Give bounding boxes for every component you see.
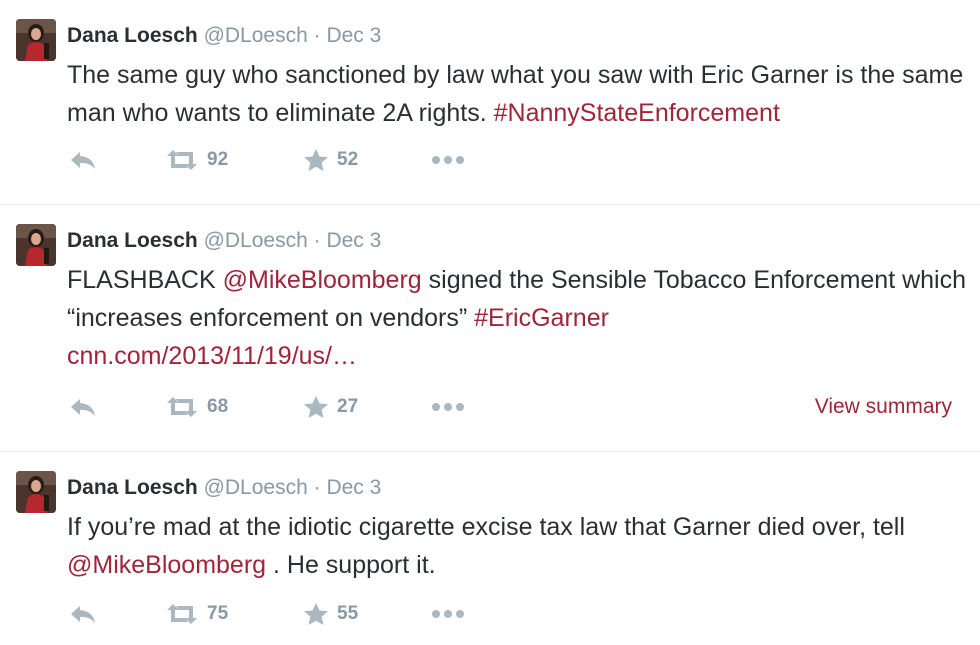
tweet-text-segment: If you’re mad at the idiotic cigarette e…: [67, 513, 905, 541]
url-link[interactable]: cnn.com/2013/11/19/us/…: [67, 342, 357, 370]
star-icon: [303, 148, 329, 172]
mention-link[interactable]: @MikeBloomberg: [223, 266, 422, 294]
favorite-count: 27: [337, 396, 359, 417]
hashtag-link[interactable]: #EricGarner: [474, 304, 609, 332]
retweet-button[interactable]: 92: [165, 145, 228, 175]
tweet-text: If you’re mad at the idiotic cigarette e…: [67, 508, 972, 584]
separator: ·: [313, 24, 321, 47]
tweet-text-segment: FLASHBACK: [67, 266, 216, 294]
retweet-count: 68: [207, 396, 229, 417]
author-handle[interactable]: @DLoesch: [204, 229, 308, 252]
tweet-date[interactable]: Dec 3: [326, 24, 381, 47]
reply-icon: [69, 603, 97, 625]
star-icon: [303, 602, 329, 626]
tweet-header: Dana Loesch @DLoesch · Dec 3: [67, 229, 381, 253]
tweet-actions: 92 52: [67, 145, 967, 175]
tweet-header: Dana Loesch @DLoesch · Dec 3: [67, 24, 381, 48]
separator: ·: [313, 476, 321, 499]
tweet: Dana Loesch @DLoesch · Dec 3 FLASHBACK @…: [0, 205, 980, 452]
view-summary-link[interactable]: View summary: [815, 392, 952, 422]
more-button[interactable]: [431, 145, 465, 175]
tweet-date[interactable]: Dec 3: [326, 476, 381, 499]
author-name[interactable]: Dana Loesch: [67, 476, 198, 499]
tweet-text: FLASHBACK @MikeBloomberg signed the Sens…: [67, 261, 972, 375]
tweet: Dana Loesch @DLoesch · Dec 3 If you’re m…: [0, 452, 980, 645]
author-name[interactable]: Dana Loesch: [67, 24, 198, 47]
retweet-icon: [165, 149, 199, 171]
retweet-button[interactable]: 68: [165, 392, 228, 422]
tweet-actions: 75 55: [67, 599, 967, 629]
reply-button[interactable]: [69, 599, 97, 629]
author-name[interactable]: Dana Loesch: [67, 229, 198, 252]
favorite-count: 55: [337, 603, 359, 624]
favorite-button[interactable]: 55: [303, 599, 358, 629]
star-icon: [303, 395, 329, 419]
retweet-icon: [165, 396, 199, 418]
author-handle[interactable]: @DLoesch: [204, 24, 308, 47]
retweet-icon: [165, 603, 199, 625]
favorite-button[interactable]: 27: [303, 392, 358, 422]
more-button[interactable]: [431, 599, 465, 629]
favorite-button[interactable]: 52: [303, 145, 358, 175]
retweet-button[interactable]: 75: [165, 599, 228, 629]
more-dots-icon: [431, 402, 465, 412]
tweet-text-segment: . He support it.: [273, 551, 436, 579]
tweet-text: The same guy who sanctioned by law what …: [67, 56, 972, 132]
separator: ·: [313, 229, 321, 252]
mention-link[interactable]: @MikeBloomberg: [67, 551, 266, 579]
reply-button[interactable]: [69, 392, 97, 422]
more-dots-icon: [431, 155, 465, 165]
retweet-count: 75: [207, 603, 229, 624]
author-handle[interactable]: @DLoesch: [204, 476, 308, 499]
tweet-actions: 68 27 View summary: [67, 392, 967, 422]
more-dots-icon: [431, 609, 465, 619]
reply-button[interactable]: [69, 145, 97, 175]
tweet-date[interactable]: Dec 3: [326, 229, 381, 252]
avatar[interactable]: [16, 19, 56, 61]
tweet-header: Dana Loesch @DLoesch · Dec 3: [67, 476, 381, 500]
retweet-count: 92: [207, 149, 229, 170]
reply-icon: [69, 149, 97, 171]
more-button[interactable]: [431, 392, 465, 422]
tweet: Dana Loesch @DLoesch · Dec 3 The same gu…: [0, 0, 980, 205]
hashtag-link[interactable]: #NannyStateEnforcement: [494, 99, 780, 127]
avatar[interactable]: [16, 224, 56, 266]
avatar[interactable]: [16, 471, 56, 513]
reply-icon: [69, 396, 97, 418]
favorite-count: 52: [337, 149, 359, 170]
